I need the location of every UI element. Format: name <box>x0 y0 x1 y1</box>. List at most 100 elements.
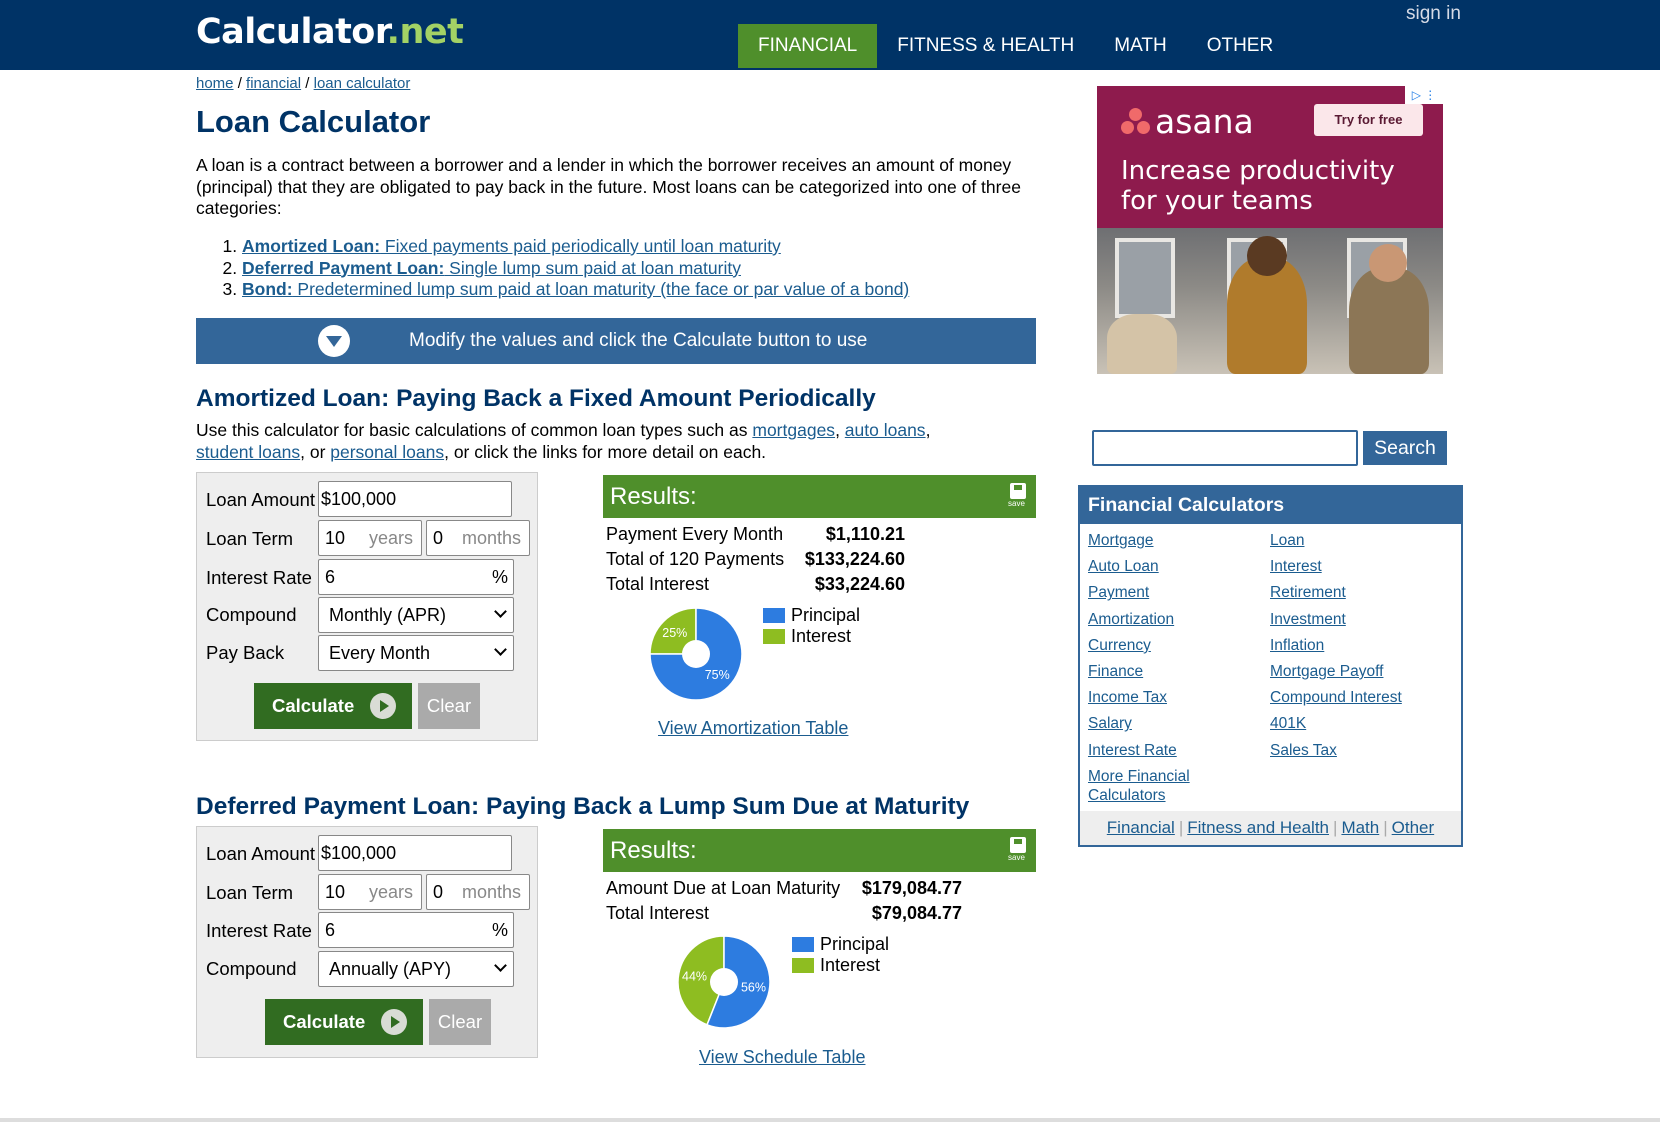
sign-in-link[interactable]: sign in <box>1406 3 1461 25</box>
calculator-link[interactable]: Calculators <box>1088 786 1166 805</box>
pay-back-select[interactable]: Every Month <box>318 635 514 671</box>
personal-loans-link[interactable]: personal loans <box>330 442 444 462</box>
nav-fitness-health[interactable]: FITNESS & HEALTH <box>877 24 1094 68</box>
calculator-link[interactable]: Inflation <box>1270 636 1324 655</box>
auto-loans-link[interactable]: auto loans <box>845 420 926 440</box>
deferred-section-title: Deferred Payment Loan: Paying Back a Lum… <box>196 793 970 820</box>
calculator-link[interactable]: Payment <box>1088 583 1149 602</box>
save-label: save <box>1008 499 1025 508</box>
pie-label-principal: 56% <box>741 981 766 995</box>
mortgages-link[interactable]: mortgages <box>752 420 835 440</box>
deferred-loan-link[interactable]: Deferred Payment Loan: Single lump sum p… <box>242 258 741 278</box>
calculator-link[interactable]: Compound Interest <box>1270 688 1402 707</box>
person-shape <box>1107 314 1177 374</box>
calculator-link[interactable]: Finance <box>1088 662 1143 681</box>
site-logo[interactable]: Calculator.net <box>196 12 464 52</box>
calculator-link[interactable]: Salary <box>1088 714 1132 733</box>
calculator-link[interactable]: Mortgage <box>1088 531 1153 550</box>
nav-math[interactable]: MATH <box>1094 24 1186 68</box>
save-label: save <box>1008 853 1025 862</box>
view-schedule-table-link[interactable]: View Schedule Table <box>699 1047 865 1068</box>
bond-link[interactable]: Bond: Predetermined lump sum paid at loa… <box>242 279 909 299</box>
headline-line: Increase productivity <box>1121 156 1395 186</box>
calculator-link[interactable]: Income Tax <box>1088 688 1167 707</box>
student-loans-link[interactable]: student loans <box>196 442 300 462</box>
pie-center-hole <box>710 968 738 996</box>
footer-separator: | <box>1383 818 1388 837</box>
calculator-link[interactable]: Auto Loan <box>1088 557 1159 576</box>
calculator-link[interactable]: Interest <box>1270 557 1322 576</box>
modify-values-banner[interactable]: Modify the values and click the Calculat… <box>196 318 1036 364</box>
footer-fitness-link[interactable]: Fitness and Health <box>1187 818 1329 837</box>
breadcrumb-home[interactable]: home <box>196 75 234 92</box>
legend-interest: Interest <box>763 626 860 647</box>
calculator-link[interactable]: Retirement <box>1270 583 1346 602</box>
loan-term-years-input[interactable]: 10 years <box>318 520 422 556</box>
deferred-legend: Principal Interest <box>792 934 889 976</box>
person-head <box>1247 236 1287 276</box>
clear-button[interactable]: Clear <box>429 999 491 1045</box>
result-value: $133,224.60 <box>804 549 905 569</box>
calculator-link[interactable]: Amortization <box>1088 610 1174 629</box>
input-value: 10 <box>325 882 346 902</box>
compound-select[interactable]: Annually (APY) <box>318 951 514 987</box>
amortized-loan-link[interactable]: Amortized Loan: Fixed payments paid peri… <box>242 236 781 256</box>
legend-label: Principal <box>791 605 861 625</box>
input-value: 0 <box>433 528 444 548</box>
view-amortization-table-link[interactable]: View Amortization Table <box>658 718 848 739</box>
play-icon <box>370 693 396 719</box>
pie-label-interest: 44% <box>682 969 707 983</box>
breadcrumb-separator: / <box>301 75 314 92</box>
compound-select[interactable]: Monthly (APR) <box>318 597 514 633</box>
nav-financial[interactable]: FINANCIAL <box>738 24 878 68</box>
save-icon[interactable]: save <box>1008 837 1028 863</box>
banner-text: Modify the values and click the Calculat… <box>409 330 868 351</box>
button-label: Calculate <box>283 1011 366 1032</box>
loan-amount-input[interactable]: $100,000 <box>318 481 512 517</box>
desc-text: Use this calculator for basic calculatio… <box>196 420 753 440</box>
calculator-link[interactable]: Sales Tax <box>1270 741 1337 760</box>
search-button[interactable]: Search <box>1363 431 1447 465</box>
calculator-link[interactable]: Interest Rate <box>1088 741 1177 760</box>
loan-term-months-input[interactable]: 0 months <box>426 874 530 910</box>
save-icon[interactable]: save <box>1008 483 1028 509</box>
loan-term-months-input[interactable]: 0 months <box>426 520 530 556</box>
chevron-down-icon <box>494 605 507 618</box>
loan-types-list: Amortized Loan: Fixed payments paid peri… <box>220 236 909 301</box>
calculator-link[interactable]: Mortgage Payoff <box>1270 662 1383 681</box>
ad-choices-icon[interactable]: ▷ ⋮ <box>1405 86 1443 104</box>
footer-other-link[interactable]: Other <box>1392 818 1435 837</box>
interest-rate-input[interactable]: 6% <box>318 912 514 948</box>
interest-rate-input[interactable]: 6% <box>318 559 514 595</box>
legend-swatch <box>792 958 814 973</box>
calculator-link[interactable]: Investment <box>1270 610 1346 629</box>
asana-logo-icon <box>1121 108 1151 136</box>
try-for-free-button[interactable]: Try for free <box>1314 104 1423 136</box>
person-head <box>1369 244 1407 282</box>
footer-financial-link[interactable]: Financial <box>1107 818 1175 837</box>
nav-other[interactable]: OTHER <box>1187 24 1294 68</box>
loan-term-years-input[interactable]: 10 years <box>318 874 422 910</box>
breadcrumb-financial[interactable]: financial <box>246 75 301 92</box>
calculate-button[interactable]: Calculate <box>265 999 423 1045</box>
breadcrumb-loan-calculator[interactable]: loan calculator <box>314 75 411 92</box>
footer-separator: | <box>1333 818 1338 837</box>
calculator-link[interactable]: More Financial <box>1088 767 1190 786</box>
select-value: Monthly (APR) <box>329 605 447 625</box>
legend-swatch <box>792 937 814 952</box>
compound-label: Compound <box>206 604 297 625</box>
asana-advertisement[interactable]: ▷ ⋮ asana Try for free Increase producti… <box>1097 86 1443 374</box>
percent-sign: % <box>491 920 508 940</box>
input-value: 0 <box>433 882 444 902</box>
calculator-link[interactable]: Currency <box>1088 636 1151 655</box>
chevron-down-icon <box>318 325 350 357</box>
loan-term-label: Loan Term <box>206 882 294 903</box>
calculator-link[interactable]: Loan <box>1270 531 1304 550</box>
calculate-button[interactable]: Calculate <box>254 683 412 729</box>
calculator-link[interactable]: 401K <box>1270 714 1306 733</box>
footer-math-link[interactable]: Math <box>1341 818 1379 837</box>
loan-amount-input[interactable]: $100,000 <box>318 835 512 871</box>
search-input[interactable] <box>1092 430 1358 466</box>
clear-button[interactable]: Clear <box>418 683 480 729</box>
chevron-down-icon <box>494 959 507 972</box>
